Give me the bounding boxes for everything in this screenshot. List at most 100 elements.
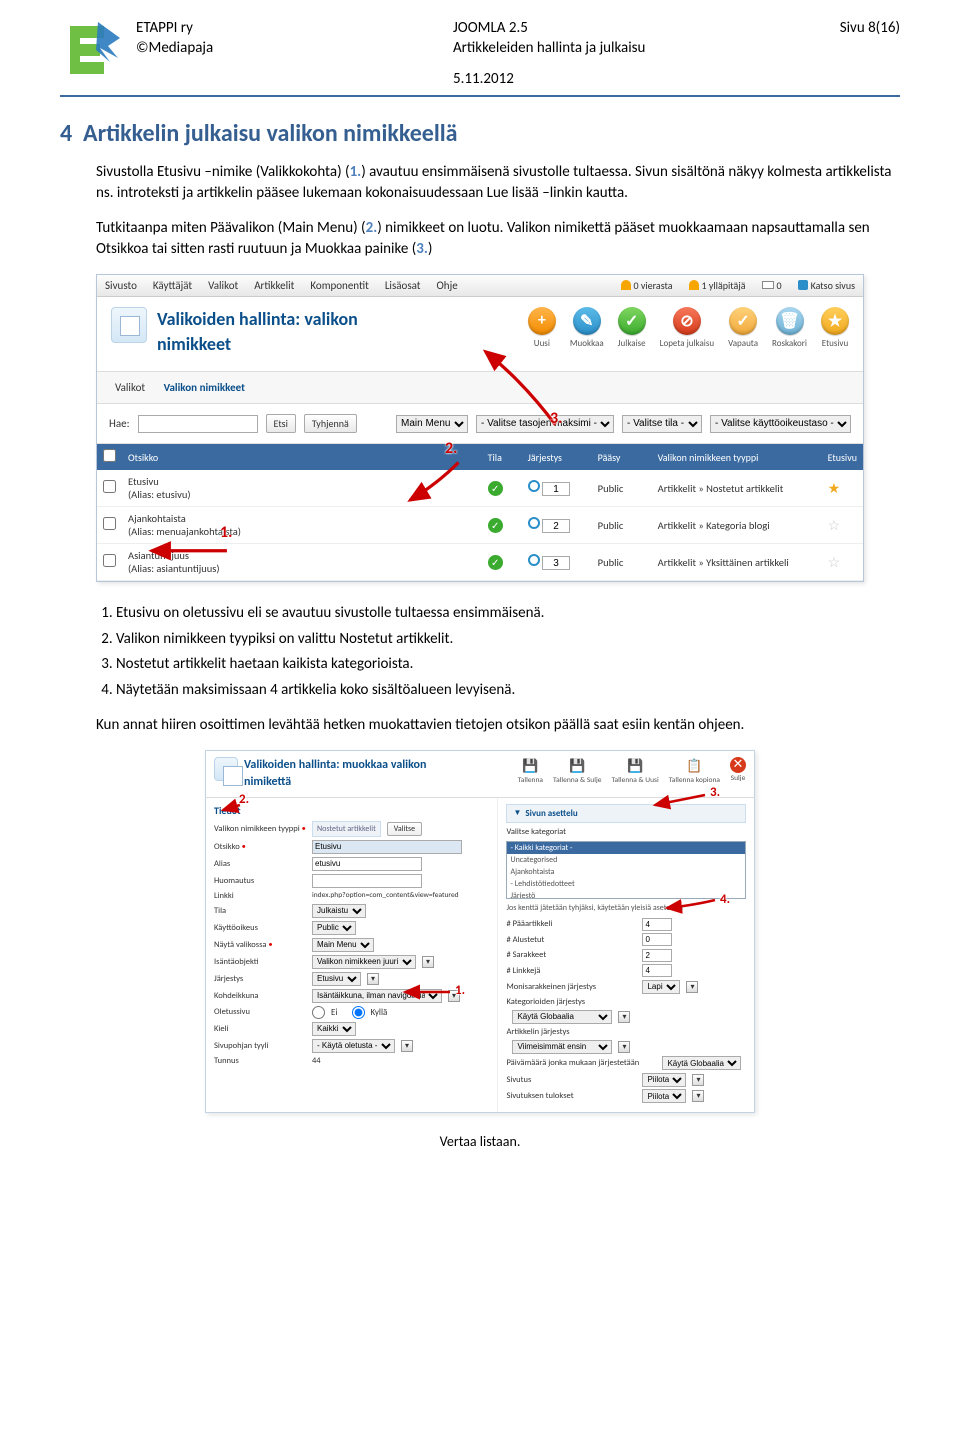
guests-stat: 0 vierasta <box>621 279 673 292</box>
select-type-button[interactable]: Valitse <box>387 822 422 836</box>
published-icon[interactable]: ✓ <box>488 555 503 570</box>
menu-item[interactable]: Lisäosat <box>385 279 421 292</box>
row-checkbox[interactable] <box>103 517 116 530</box>
menu-item[interactable]: Komponentit <box>310 279 368 292</box>
list-item: Etusivu on oletussivu eli se avautuu siv… <box>116 602 864 625</box>
menu-edit-icon <box>214 757 238 781</box>
leading-input[interactable] <box>642 918 672 931</box>
list-item: Nostetut artikkelit haetaan kaikista kat… <box>116 653 864 676</box>
target-select[interactable]: Isäntäikkuna, ilman navigointia <box>312 989 442 1003</box>
categories-listbox[interactable]: - Kaikki kategoriat - Uncategorised Ajan… <box>506 841 746 899</box>
row-checkbox[interactable] <box>103 554 116 567</box>
order-input[interactable] <box>542 556 570 570</box>
details-heading: Tiedot <box>214 804 489 817</box>
row-checkbox[interactable] <box>103 480 116 493</box>
pagination-select[interactable]: Piilota <box>642 1073 686 1087</box>
state-select[interactable]: - Valitse tila - <box>622 415 702 433</box>
view-site-link[interactable]: Katso sivus <box>798 279 855 292</box>
pagresults-select[interactable]: Piilota <box>642 1089 686 1103</box>
intro-input[interactable] <box>642 933 672 946</box>
menu-item[interactable]: Sivusto <box>105 279 137 292</box>
close-button[interactable]: ✕Sulje <box>730 757 746 785</box>
dropdown-icon[interactable]: ▾ <box>422 956 434 968</box>
order-icon[interactable] <box>528 554 540 566</box>
save-button[interactable]: 💾Tallenna <box>518 757 543 785</box>
annotation-3: 3. <box>550 409 562 428</box>
trash-button[interactable]: 🗑Roskakori <box>772 307 807 349</box>
artorder-select[interactable]: Viimeisimmät ensin <box>512 1040 612 1054</box>
tab-menus[interactable]: Valikot <box>107 378 153 397</box>
annotation-4: 4. <box>720 892 730 907</box>
published-icon[interactable]: ✓ <box>488 518 503 533</box>
doc-date: 5.11.2012 <box>453 69 770 89</box>
default-star-icon[interactable]: ★ <box>828 480 841 497</box>
search-button[interactable]: Etsi <box>266 414 296 433</box>
order-icon[interactable] <box>528 517 540 529</box>
parent-select[interactable]: Valikon nimikkeen juuri <box>312 955 416 969</box>
default-no-radio[interactable] <box>312 1006 325 1019</box>
columns-input[interactable] <box>642 949 672 962</box>
published-icon[interactable]: ✓ <box>488 481 503 496</box>
levels-select[interactable]: - Valitse tasojen maksimi - <box>476 415 614 433</box>
dropdown-icon[interactable]: ▾ <box>618 1011 630 1023</box>
dateorder-select[interactable]: Käytä Globaalia <box>662 1056 741 1070</box>
order-icon[interactable] <box>528 480 540 492</box>
tab-menu-items[interactable]: Valikon nimikkeet <box>156 378 253 397</box>
alias-input[interactable] <box>312 857 422 871</box>
default-yes-radio[interactable] <box>352 1006 365 1019</box>
annotation-2: 2. <box>445 439 457 458</box>
list-item: Näytetään maksimissaan 4 artikkelia koko… <box>116 679 864 702</box>
state-select[interactable]: Julkaistu <box>312 904 366 918</box>
unpublish-button[interactable]: ⊘Lopeta julkaisu <box>660 307 714 349</box>
edit-button[interactable]: ✎Muokkaa <box>570 307 604 349</box>
menu-item[interactable]: Ohje <box>437 279 458 292</box>
item-title-link[interactable]: Etusivu <box>128 475 159 488</box>
publish-button[interactable]: ✓Julkaise <box>618 307 646 349</box>
explanation-list: Etusivu on oletussivu eli se avautuu siv… <box>96 602 864 701</box>
save-new-button[interactable]: 💾Tallenna & Uusi <box>611 757 658 785</box>
menu-item[interactable]: Artikkelit <box>254 279 294 292</box>
menu-item[interactable]: Käyttäjät <box>153 279 192 292</box>
save-close-button[interactable]: 💾Tallenna & Sulje <box>553 757 601 785</box>
order-input[interactable] <box>542 482 570 496</box>
access-select[interactable]: Public <box>312 921 356 935</box>
page-header: ETAPPI ry ©Mediapaja JOOMLA 2.5 Artikkel… <box>60 18 900 97</box>
title-input[interactable] <box>312 840 462 854</box>
checkin-button[interactable]: ✓Vapauta <box>728 307 758 349</box>
note-input[interactable] <box>312 874 422 888</box>
heading-number: 4 <box>60 119 72 148</box>
annotation-2: 2. <box>239 792 249 807</box>
select-all[interactable] <box>103 449 116 462</box>
multicol-select[interactable]: Lapi <box>642 980 680 994</box>
lang-select[interactable]: Kaikki <box>312 1022 356 1036</box>
messages-stat[interactable]: 0 <box>762 279 782 292</box>
catorder-select[interactable]: Käytä Globaalia <box>512 1010 612 1024</box>
default-star-icon[interactable]: ☆ <box>828 517 841 534</box>
dropdown-icon[interactable]: ▾ <box>401 1040 413 1052</box>
links-input[interactable] <box>642 964 672 977</box>
doc-title2: Artikkeleiden hallinta ja julkaisu <box>453 38 770 58</box>
new-button[interactable]: +Uusi <box>528 307 556 349</box>
dropdown-icon[interactable]: ▾ <box>686 981 698 993</box>
layout-panel-header[interactable]: ▼Sivun asettelu <box>506 804 746 823</box>
template-select[interactable]: - Käytä oletusta - <box>312 1039 395 1053</box>
default-star-icon[interactable]: ☆ <box>828 554 841 571</box>
item-title-link[interactable]: Asiantuntijuus <box>128 549 189 562</box>
save-copy-button[interactable]: 📋Tallenna kopiona <box>669 757 720 785</box>
hdr-center: JOOMLA 2.5 Artikkeleiden hallinta ja jul… <box>453 18 770 89</box>
access-select[interactable]: - Valitse käyttöoikeustaso - <box>710 415 851 433</box>
dropdown-icon[interactable]: ▾ <box>692 1074 704 1086</box>
clear-button[interactable]: Tyhjennä <box>304 414 357 433</box>
menu-item[interactable]: Valikot <box>208 279 238 292</box>
item-title-link[interactable]: Ajankohtaista <box>128 512 186 525</box>
org-line2: ©Mediapaja <box>136 38 453 58</box>
order-select[interactable]: Etusivu <box>312 972 361 986</box>
home-button[interactable]: ★Etusivu <box>821 307 849 349</box>
order-input[interactable] <box>542 519 570 533</box>
menu-select[interactable]: Main Menu <box>396 415 468 433</box>
dropdown-icon[interactable]: ▾ <box>692 1090 704 1102</box>
search-input[interactable] <box>138 415 258 433</box>
menu-select[interactable]: Main Menu <box>312 938 374 952</box>
dropdown-icon[interactable]: ▾ <box>618 1041 630 1053</box>
dropdown-icon[interactable]: ▾ <box>367 973 379 985</box>
